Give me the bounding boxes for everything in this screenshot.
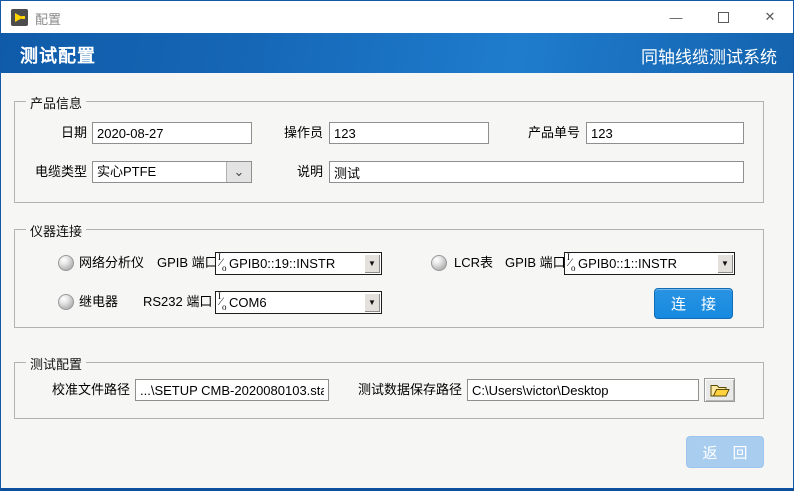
close-button[interactable]: ✕ bbox=[747, 1, 793, 33]
group-product-info: 产品信息 日期 操作员 产品单号 电缆类型 实心PTFE ⌄ 说明 bbox=[14, 101, 764, 203]
cal-path-input[interactable] bbox=[135, 379, 329, 401]
lcr-label: LCR表 bbox=[454, 252, 493, 274]
dropdown-arrow-icon[interactable]: ▼ bbox=[717, 254, 733, 273]
group-product-info-legend: 产品信息 bbox=[26, 93, 86, 112]
cable-type-label: 电缆类型 bbox=[15, 161, 87, 183]
note-input[interactable] bbox=[329, 161, 744, 183]
titlebar: 配置 — ✕ bbox=[1, 1, 793, 33]
folder-open-icon bbox=[710, 383, 730, 397]
lcr-port-label: GPIB 端口 bbox=[505, 252, 566, 274]
order-no-input[interactable] bbox=[586, 122, 744, 144]
visa-io-icon: I⁄o bbox=[216, 253, 229, 274]
network-analyzer-label: 网络分析仪 bbox=[79, 252, 144, 274]
chevron-down-icon: ⌄ bbox=[226, 162, 251, 182]
date-label: 日期 bbox=[15, 122, 87, 144]
relay-port-label: RS232 端口 bbox=[143, 291, 212, 313]
config-window: 配置 — ✕ 测试配置 同轴线缆测试系统 产品信息 日期 操作员 产品单号 电缆… bbox=[0, 0, 794, 491]
minimize-button[interactable]: — bbox=[653, 1, 699, 33]
group-instrument-connection: 仪器连接 网络分析仪 GPIB 端口 I⁄o GPIB0::19::INSTR … bbox=[14, 229, 764, 328]
window-title: 配置 bbox=[35, 9, 61, 28]
group-test-config-legend: 测试配置 bbox=[26, 354, 86, 373]
save-path-input[interactable] bbox=[467, 379, 699, 401]
relay-label: 继电器 bbox=[79, 291, 118, 313]
page-header: 测试配置 同轴线缆测试系统 bbox=[1, 33, 793, 73]
labview-app-icon bbox=[11, 9, 28, 26]
order-no-label: 产品单号 bbox=[505, 122, 580, 144]
page-title: 测试配置 bbox=[20, 42, 96, 68]
network-analyzer-port-select[interactable]: I⁄o GPIB0::19::INSTR ▼ bbox=[215, 252, 382, 275]
lcr-port-select[interactable]: I⁄o GPIB0::1::INSTR ▼ bbox=[564, 252, 735, 275]
browse-button[interactable] bbox=[704, 378, 735, 402]
lcr-led bbox=[431, 255, 447, 271]
network-analyzer-led bbox=[58, 255, 74, 271]
operator-input[interactable] bbox=[329, 122, 489, 144]
network-analyzer-port-label: GPIB 端口 bbox=[157, 252, 218, 274]
dropdown-arrow-icon[interactable]: ▼ bbox=[364, 293, 380, 312]
maximize-icon bbox=[718, 12, 729, 23]
visa-io-icon: I⁄o bbox=[565, 253, 578, 274]
relay-led bbox=[58, 294, 74, 310]
return-button[interactable]: 返 回 bbox=[686, 436, 764, 468]
cal-path-label: 校准文件路径 bbox=[45, 379, 130, 401]
dropdown-arrow-icon[interactable]: ▼ bbox=[364, 254, 380, 273]
group-test-config: 测试配置 校准文件路径 测试数据保存路径 bbox=[14, 362, 764, 419]
relay-port-select[interactable]: I⁄o COM6 ▼ bbox=[215, 291, 382, 314]
maximize-button[interactable] bbox=[700, 1, 746, 33]
system-name: 同轴线缆测试系统 bbox=[641, 43, 777, 68]
date-input[interactable] bbox=[92, 122, 252, 144]
connect-button[interactable]: 连 接 bbox=[654, 288, 733, 319]
cable-type-select[interactable]: 实心PTFE ⌄ bbox=[92, 161, 252, 183]
group-instrument-legend: 仪器连接 bbox=[26, 221, 86, 240]
save-path-label: 测试数据保存路径 bbox=[350, 379, 462, 401]
note-label: 说明 bbox=[251, 161, 323, 183]
operator-label: 操作员 bbox=[251, 122, 323, 144]
visa-io-icon: I⁄o bbox=[216, 292, 229, 313]
